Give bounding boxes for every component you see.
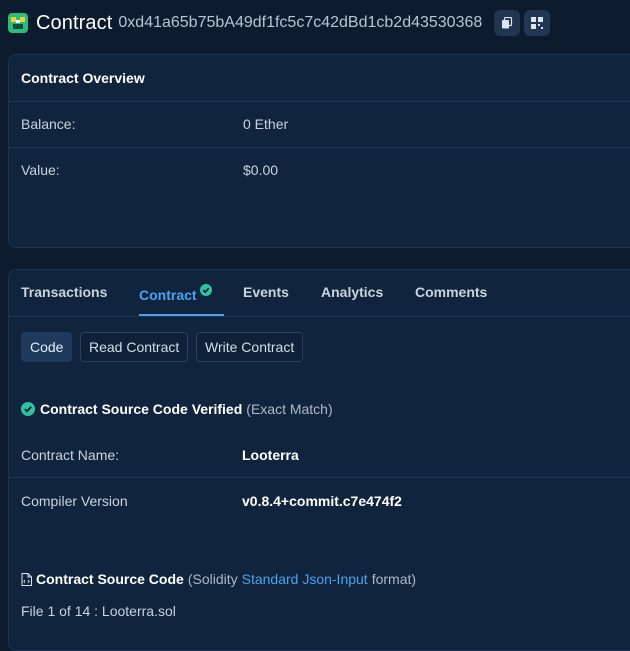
divider xyxy=(9,477,630,478)
copy-icon xyxy=(502,17,513,29)
source-code-heading: Contract Source Code (Solidity Standard … xyxy=(21,571,416,587)
source-format-prefix: (Solidity xyxy=(187,571,238,587)
page-header: Contract 0xd41a65b75bA49df1fc5c7c42dBd1c… xyxy=(8,8,554,38)
source-code-title: Contract Source Code xyxy=(36,571,184,587)
contract-name-value: Looterra xyxy=(242,447,299,463)
balance-value: 0 Ether xyxy=(243,116,289,132)
write-contract-button[interactable]: Write Contract xyxy=(196,332,304,362)
page-title: Contract xyxy=(36,11,113,34)
verified-check-icon xyxy=(199,284,212,296)
qr-code-icon xyxy=(531,17,544,29)
verified-check-icon xyxy=(21,402,35,416)
verification-note: (Exact Match) xyxy=(246,401,333,417)
standard-json-input-link[interactable]: Standard Json-Input xyxy=(242,571,368,587)
contract-name-label: Contract Name: xyxy=(21,447,120,463)
tab-events[interactable]: Events xyxy=(243,284,289,300)
overview-title: Contract Overview xyxy=(21,70,145,86)
divider xyxy=(9,316,630,317)
tab-comments[interactable]: Comments xyxy=(415,284,487,300)
source-format-suffix: format) xyxy=(371,571,417,587)
file-code-icon xyxy=(21,572,32,586)
contract-details-card: Transactions Contract Events Analytics C… xyxy=(8,269,630,651)
tab-transactions[interactable]: Transactions xyxy=(21,284,107,300)
tab-contract[interactable]: Contract xyxy=(139,284,212,303)
qr-code-button[interactable] xyxy=(524,10,551,36)
balance-label: Balance: xyxy=(21,116,76,132)
contract-overview-card: Contract Overview Balance: 0 Ether Value… xyxy=(8,54,630,248)
file-info: File 1 of 14 : Looterra.sol xyxy=(21,603,176,619)
verification-status: Contract Source Code Verified (Exact Mat… xyxy=(21,401,333,417)
contract-logo-icon xyxy=(8,13,28,33)
compiler-version-value: v0.8.4+commit.c7e474f2 xyxy=(242,493,402,509)
value-label: Value: xyxy=(21,162,60,178)
read-contract-button[interactable]: Read Contract xyxy=(80,332,189,362)
compiler-version-label: Compiler Version xyxy=(21,493,128,509)
tab-contract-label: Contract xyxy=(139,287,197,303)
verification-title: Contract Source Code Verified xyxy=(40,401,243,417)
divider xyxy=(9,147,630,148)
value-value: $0.00 xyxy=(243,162,279,178)
code-button[interactable]: Code xyxy=(21,332,73,362)
copy-address-button[interactable] xyxy=(494,10,521,36)
divider xyxy=(9,101,630,102)
tab-analytics[interactable]: Analytics xyxy=(321,284,383,300)
contract-address: 0xd41a65b75bA49df1fc5c7c42dBd1cb2d435303… xyxy=(118,14,483,31)
